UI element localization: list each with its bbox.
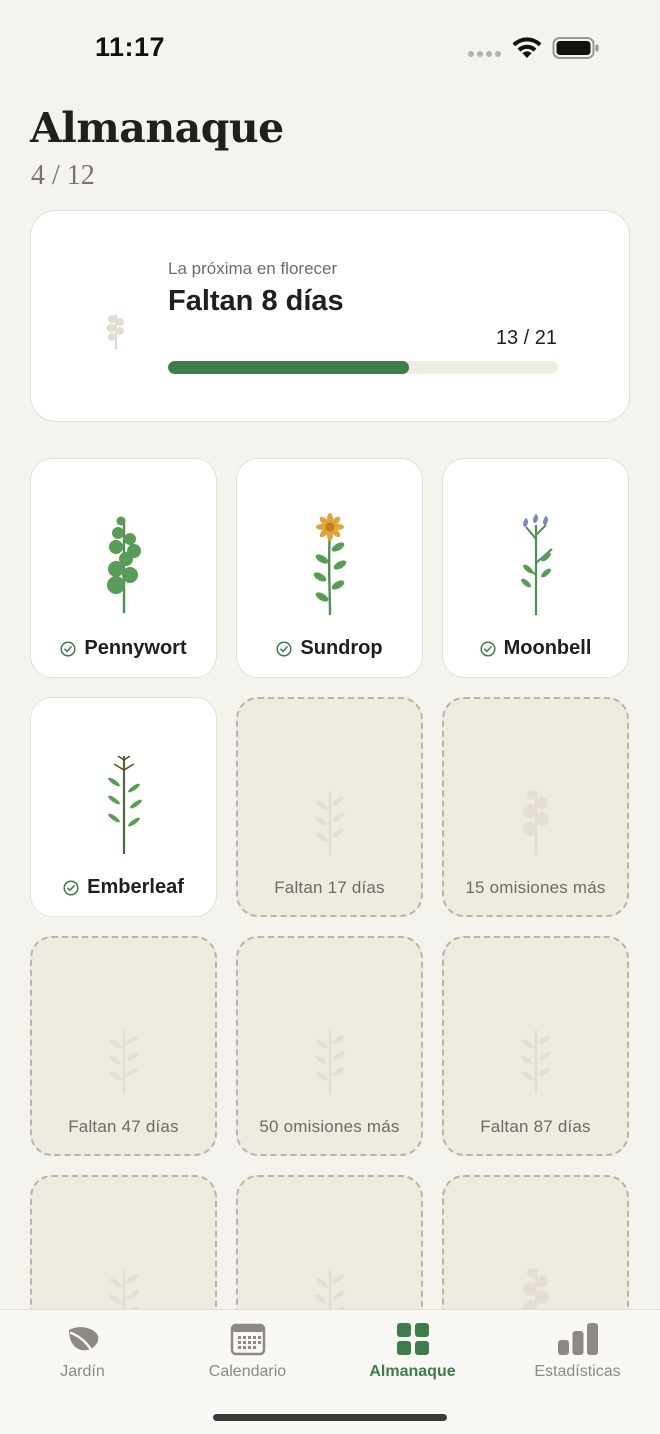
plant-card-caption: Faltan 47 días [32, 1117, 215, 1137]
almanac-grid: Pennywort Sundrop Moonbell Emberleaf Faltan … [30, 458, 629, 1309]
calendar-icon [230, 1323, 265, 1356]
check-circle-icon [63, 879, 79, 896]
moonbell-flower-icon [506, 513, 566, 617]
plant-name: Pennywort [84, 637, 187, 659]
plant-card-caption: Pennywort [31, 637, 216, 660]
tab-label: Jardín [60, 1363, 105, 1380]
status-time: 11:17 [95, 32, 166, 62]
plant-card[interactable]: Moonbell [442, 458, 629, 678]
progress-bar-fill [168, 361, 410, 374]
locked-plant-card[interactable]: Faltan 47 días [30, 936, 217, 1156]
locked-round-leaf-icon [514, 785, 558, 857]
locked-round-leaf-icon [514, 1263, 558, 1309]
plant-name: Emberleaf [87, 876, 184, 898]
tab-almanaque[interactable]: Almanaque [330, 1310, 495, 1400]
page-title: Almanaque [30, 104, 284, 152]
plant-card-caption: 50 omisiones más [238, 1117, 421, 1137]
plant-card-caption: Sundrop [237, 637, 422, 660]
tab-jardin[interactable]: Jardín [0, 1310, 165, 1400]
locked-plant-card[interactable]: Faltan 87 días [442, 936, 629, 1156]
wifi-icon [512, 37, 542, 58]
check-circle-icon [60, 640, 76, 657]
plant-card[interactable]: Pennywort [30, 458, 217, 678]
pennywort-plant-icon [94, 513, 154, 617]
grid-icon [396, 1323, 429, 1355]
unlock-requirement: Faltan 47 días [68, 1117, 179, 1136]
locked-plant-card[interactable]: 15 omisiones más [442, 697, 629, 917]
unlock-requirement: 50 omisiones más [259, 1117, 400, 1136]
locked-plant-card[interactable]: 50 omisiones más [236, 936, 423, 1156]
sundrop-flower-icon [300, 513, 360, 617]
bar-chart-icon [557, 1323, 598, 1355]
next-bloom-progress-text: 13 / 21 [495, 327, 557, 349]
next-bloom-label: La próxima en florecer [168, 259, 338, 278]
collection-count: 4 / 12 [31, 160, 95, 191]
plant-card-caption: Emberleaf [31, 876, 216, 899]
unlock-requirement: Faltan 87 días [480, 1117, 591, 1136]
next-bloom-progress-bar [168, 361, 558, 374]
emberleaf-plant-icon [94, 752, 154, 856]
status-bar: 11:17 [0, 0, 660, 96]
locked-sprig-icon [514, 1024, 558, 1096]
plant-card-caption: Faltan 87 días [444, 1117, 627, 1137]
plant-card-caption: Faltan 17 días [238, 878, 421, 898]
unlock-requirement: 15 omisiones más [465, 878, 606, 897]
plant-name: Moonbell [503, 637, 592, 659]
unlock-requirement: Faltan 17 días [274, 878, 385, 897]
locked-sprig-icon [308, 1024, 352, 1096]
plant-name: Sundrop [300, 637, 383, 659]
tab-label: Calendario [208, 1363, 287, 1380]
plant-card-caption: Moonbell [443, 637, 628, 660]
check-circle-icon [276, 640, 292, 657]
next-bloom-card[interactable]: La próxima en florecer Faltan 8 días 13 … [30, 210, 630, 422]
locked-sprig-icon [102, 1024, 146, 1096]
plant-card-caption: 15 omisiones más [444, 878, 627, 898]
tab-label: Almanaque [369, 1363, 456, 1380]
locked-plant-card[interactable] [30, 1175, 217, 1309]
tab-calendario[interactable]: Calendario [165, 1310, 330, 1400]
locked-sprig-icon [308, 1263, 352, 1309]
cellular-signal-icon [468, 51, 501, 57]
locked-sprig-icon [102, 1263, 146, 1309]
plant-card[interactable]: Emberleaf [30, 697, 217, 917]
locked-plant-card[interactable] [236, 1175, 423, 1309]
battery-icon [552, 37, 599, 59]
locked-plant-card[interactable] [442, 1175, 629, 1309]
leaf-icon [68, 1327, 98, 1355]
check-circle-icon [480, 640, 496, 657]
plant-card[interactable]: Sundrop [236, 458, 423, 678]
tab-label: Estadísticas [534, 1363, 621, 1380]
tab-estadisticas[interactable]: Estadísticas [495, 1310, 660, 1400]
locked-plant-card[interactable]: Faltan 17 días [236, 697, 423, 917]
almanac-grid-scroll[interactable]: Pennywort Sundrop Moonbell Emberleaf Faltan … [0, 440, 660, 1309]
next-bloom-countdown: Faltan 8 días [168, 285, 344, 317]
locked-sprig-icon [308, 785, 352, 857]
home-indicator [213, 1414, 447, 1421]
next-plant-silhouette-icon [106, 315, 124, 349]
